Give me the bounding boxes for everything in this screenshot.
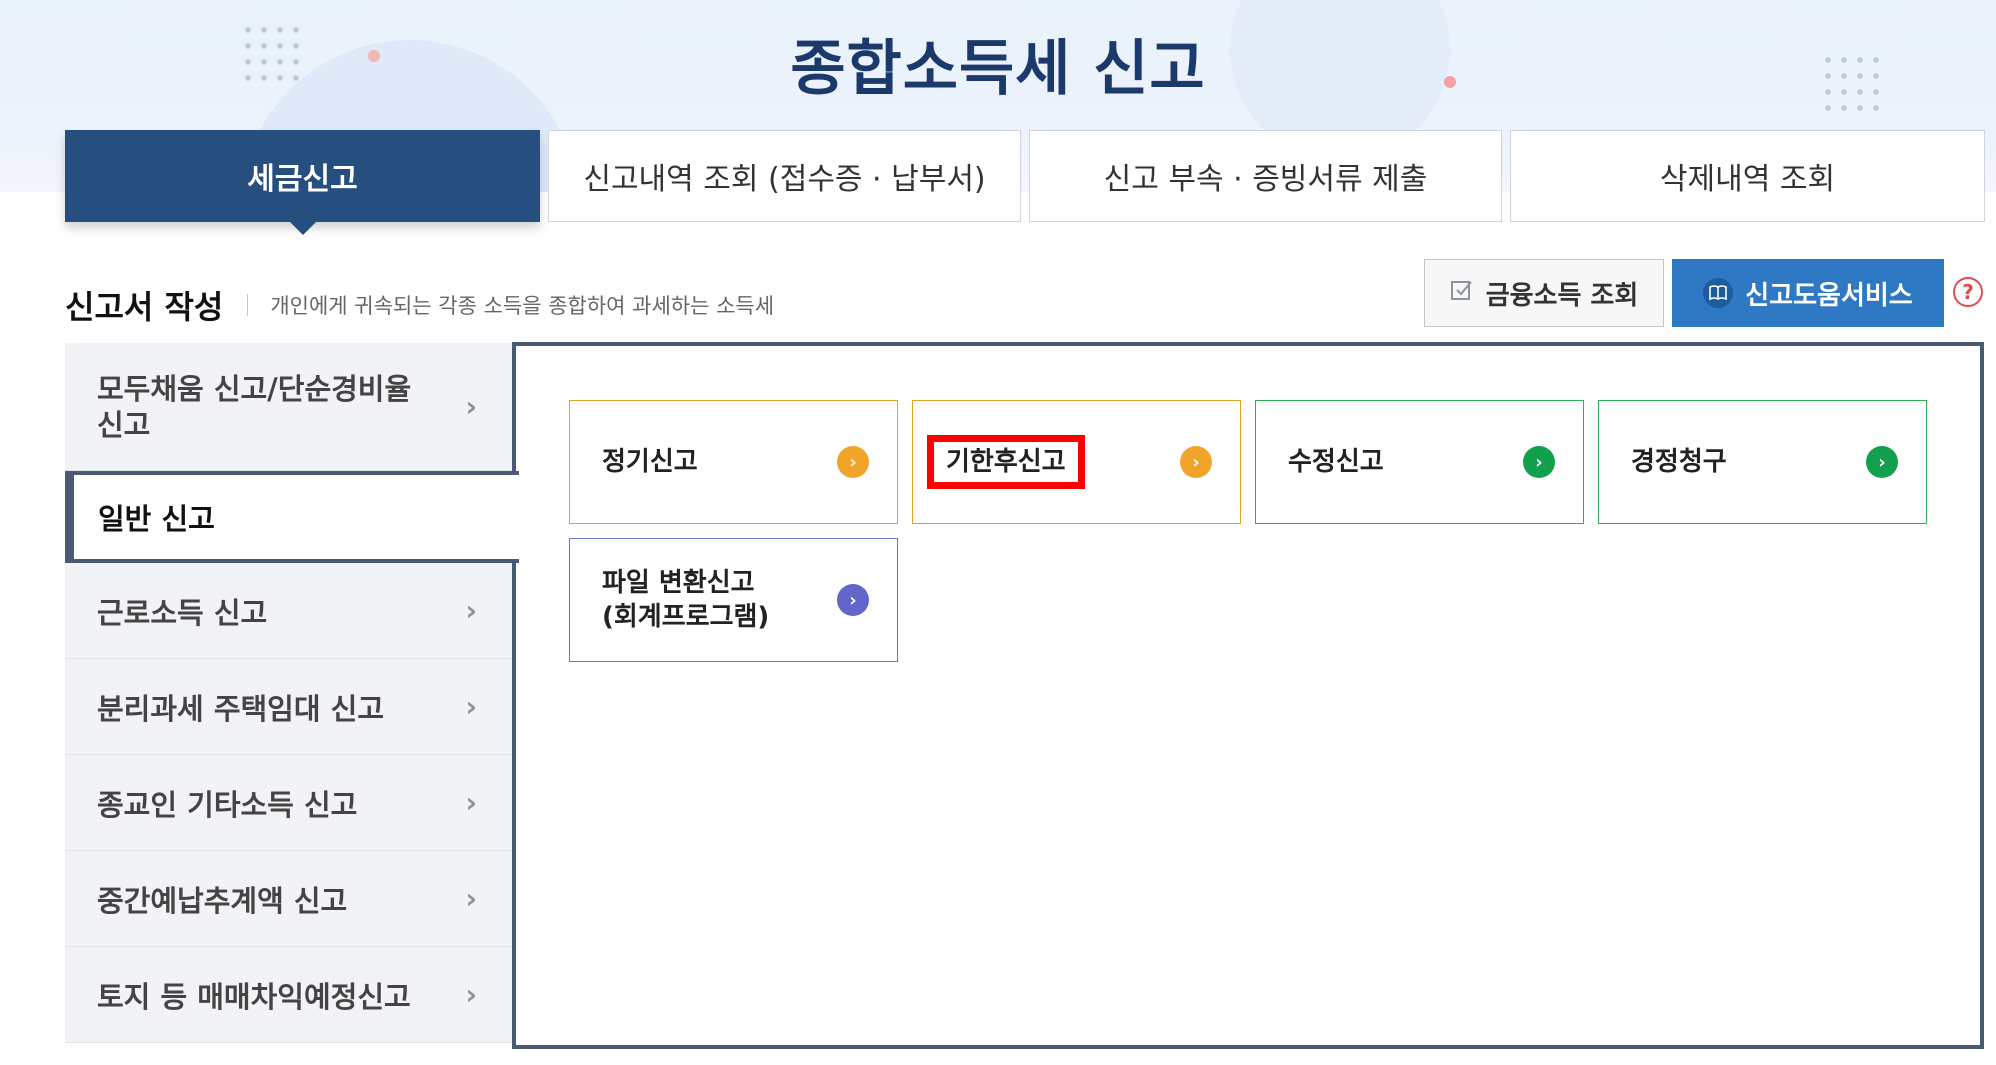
chevron-right-icon: › [465,977,477,1011]
sidebar-item-label: 일반 신고 [98,502,215,536]
section-description: 개인에게 귀속되는 각종 소득을 종합하여 과세하는 소득세 [270,294,775,318]
chevron-right-icon: › [465,881,477,915]
card-label-line2: (회계프로그램) [602,602,770,632]
sidebar-item-label: 종교인 기타소득 신고 [97,787,358,822]
sidebar-item-interim-prepayment[interactable]: 중간예납추계액 신고 › [65,851,515,947]
chevron-right-icon: › [465,389,477,423]
card-label: 수정신고 [1288,447,1384,477]
card-label: 파일 변환신고 (회계프로그램) [602,566,837,634]
tab-label: 신고내역 조회 (접수증 · 납부서) [583,162,986,197]
sidebar-item-general-filing[interactable]: 일반 신고 [65,471,519,563]
book-icon [1703,278,1734,308]
card-label: 기한후신고 [927,435,1085,489]
sidebar-item-label: 근로소득 신고 [97,595,268,630]
arrow-right-icon: › [1866,446,1898,478]
check-icon [1450,278,1474,309]
tab-tax-filing[interactable]: 세금신고 [65,130,540,235]
card-late-filing[interactable]: 기한후신고 › [912,400,1241,524]
section-title: 신고서 작성 [65,288,224,326]
sidebar-item-label: 중간예납추계액 신고 [97,883,348,918]
sidebar-item-label: 분리과세 주택임대 신고 [97,691,384,726]
tab-supporting-docs[interactable]: 신고 부속 · 증빙서류 제출 [1029,130,1502,222]
top-tab-bar: 세금신고 신고내역 조회 (접수증 · 납부서) 신고 부속 · 증빙서류 제출… [65,130,1985,235]
tab-label: 삭제내역 조회 [1659,162,1836,197]
sidebar-item-label: 토지 등 매매차익예정신고 [97,979,411,1014]
arrow-right-icon: › [837,446,869,478]
card-label: 경정청구 [1631,447,1727,477]
arrow-right-icon: › [1180,446,1212,478]
help-service-button[interactable]: 신고도움서비스 [1672,259,1944,327]
help-question-icon[interactable]: ? [1953,277,1983,307]
financial-income-label: 금융소득 조회 [1485,280,1639,311]
divider [247,294,249,316]
sidebar-item-land-trade[interactable]: 토지 등 매매차익예정신고 › [65,947,515,1043]
tab-deleted-history[interactable]: 삭제내역 조회 [1510,130,1985,222]
tab-filing-history[interactable]: 신고내역 조회 (접수증 · 납부서) [548,130,1021,222]
sidebar-item-label: 모두채움 신고/단순경비율 신고 [97,371,412,442]
card-amended-filing[interactable]: 수정신고 › [1255,400,1584,524]
sidebar-item-religious[interactable]: 종교인 기타소득 신고 › [65,755,515,851]
card-label-line1: 파일 변환신고 [602,568,755,598]
sidebar-item-earned-income[interactable]: 근로소득 신고 › [65,563,515,659]
card-correction-claim[interactable]: 경정청구 › [1598,400,1927,524]
sidebar-item-simple-filing[interactable]: 모두채움 신고/단순경비율 신고 › [65,343,515,471]
section-header: 신고서 작성 개인에게 귀속되는 각종 소득을 종합하여 과세하는 소득세 [65,280,774,330]
card-label-wrap: 기한후신고 [927,435,1180,489]
card-label: 정기신고 [602,447,698,477]
chevron-right-icon: › [465,593,477,627]
card-regular-filing[interactable]: 정기신고 › [569,400,898,524]
chevron-right-icon: › [465,689,477,723]
page-title: 종합소득세 신고 [790,34,1206,104]
arrow-right-icon: › [837,584,869,616]
chevron-right-icon: › [465,785,477,819]
arrow-right-icon: › [1523,446,1555,478]
financial-income-button[interactable]: 금융소득 조회 [1424,259,1664,327]
help-service-label: 신고도움서비스 [1745,280,1913,311]
tab-label: 신고 부속 · 증빙서류 제출 [1103,162,1428,197]
sidebar-item-housing-rental[interactable]: 분리과세 주택임대 신고 › [65,659,515,755]
filing-type-panel: 정기신고 › 기한후신고 › 수정신고 › 경정청구 › 파일 변환신고 (회계… [512,342,1984,1049]
tab-label: 세금신고 [247,162,358,197]
card-file-conversion-filing[interactable]: 파일 변환신고 (회계프로그램) › [569,538,898,662]
